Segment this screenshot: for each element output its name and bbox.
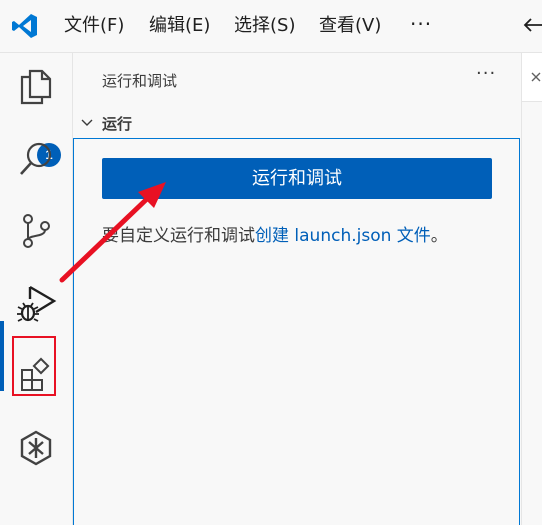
chevron-down-icon — [81, 119, 93, 126]
run-section-body: 运行和调试 要自定义运行和调试创建 launch.json 文件。 — [73, 138, 520, 525]
launch-json-hint: 要自定义运行和调试创建 launch.json 文件。 — [102, 221, 448, 246]
editor-area — [522, 53, 542, 525]
explorer-icon[interactable] — [16, 67, 56, 107]
menu-view[interactable]: 查看(V) — [319, 14, 381, 38]
close-icon[interactable] — [530, 71, 542, 83]
back-arrow-icon[interactable] — [522, 14, 542, 36]
run-section-header[interactable]: 运行 — [73, 109, 521, 137]
search-icon[interactable] — [16, 139, 56, 179]
vscode-window: 文件(F) 编辑(E) 选择(S) 查看(V) ··· 1 运行和调试 ··· … — [0, 0, 542, 525]
ai-assistant-icon[interactable] — [16, 428, 56, 468]
editor-tab[interactable] — [522, 53, 542, 102]
menu-selection[interactable]: 选择(S) — [234, 14, 295, 38]
vscode-logo-icon — [12, 14, 37, 38]
run-debug-icon[interactable] — [14, 283, 58, 327]
hint-text: 要自定义运行和调试 — [102, 226, 255, 246]
menu-more-icon[interactable]: ··· — [410, 12, 432, 36]
run-debug-panel: 运行和调试 ··· 运行 运行和调试 要自定义运行和调试创建 launch.js… — [73, 53, 522, 525]
panel-more-icon[interactable]: ··· — [476, 63, 496, 84]
create-launch-json-link[interactable]: 创建 launch.json 文件 — [255, 226, 431, 246]
source-control-icon[interactable] — [16, 211, 56, 251]
active-indicator — [0, 321, 4, 391]
title-bar: 文件(F) 编辑(E) 选择(S) 查看(V) ··· — [0, 0, 542, 53]
activity-bar: 1 — [0, 53, 73, 525]
run-and-debug-button[interactable]: 运行和调试 — [102, 158, 492, 199]
extensions-icon[interactable] — [16, 356, 56, 396]
menu-file[interactable]: 文件(F) — [64, 14, 124, 38]
panel-title: 运行和调试 — [102, 72, 178, 90]
hint-suffix: 。 — [430, 226, 448, 246]
menu-edit[interactable]: 编辑(E) — [149, 14, 210, 38]
section-title: 运行 — [102, 115, 133, 133]
